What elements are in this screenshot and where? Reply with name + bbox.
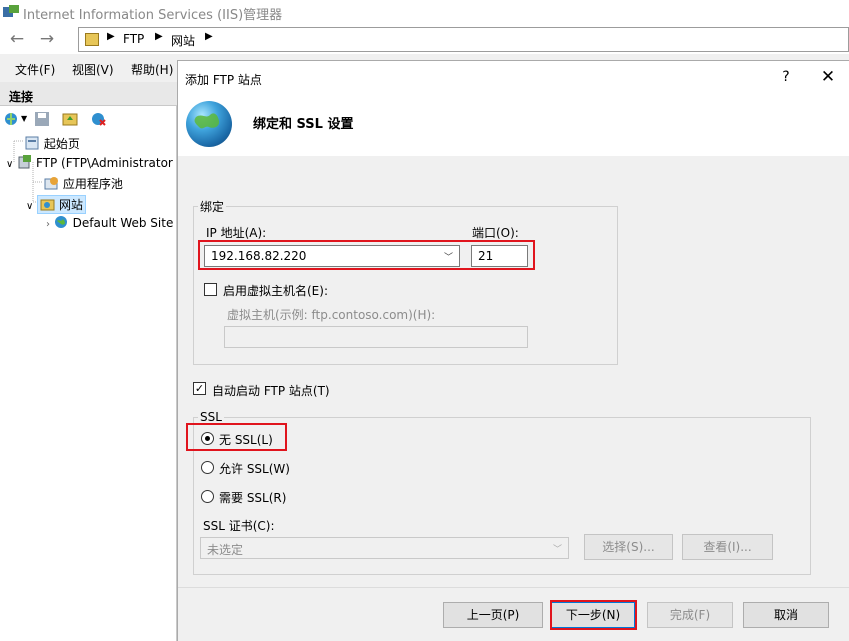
tree-item-start-page[interactable]: 起始页 (25, 135, 80, 152)
up-folder-icon[interactable] (62, 111, 78, 127)
breadcrumb-ftp[interactable]: FTP (123, 32, 144, 46)
cancel-button[interactable]: 取消 (743, 602, 829, 628)
add-ftp-site-dialog: 添加 FTP 站点 ? ✕ 绑定和 SSL 设置 绑定 IP 地址(A): 19… (177, 60, 849, 641)
tree-label: FTP (FTP\Administrator (35, 156, 173, 170)
ssl-legend: SSL (200, 410, 222, 424)
allow-ssl-label: 允许 SSL(W) (219, 462, 290, 476)
vhost-input[interactable] (224, 326, 528, 348)
start-page-icon (25, 136, 39, 150)
menu-file[interactable]: 文件(F) (15, 61, 55, 78)
finish-button[interactable]: 完成(F) (647, 602, 733, 628)
dropdown-arrow-icon[interactable]: ▼ (21, 114, 27, 123)
chevron-down-icon[interactable]: ﹀ (553, 542, 562, 555)
selected-tree-node: 网站 (37, 195, 86, 214)
vhost-label: 虚拟主机(示例: ftp.contoso.com)(H): (227, 308, 436, 322)
collapse-chevron-icon[interactable]: ∨ (6, 159, 13, 170)
footer-divider (178, 587, 849, 588)
tree-label: 应用程序池 (62, 177, 123, 191)
radio-no-ssl[interactable] (201, 432, 214, 445)
no-ssl-label: 无 SSL(L) (219, 433, 273, 447)
prev-button[interactable]: 上一页(P) (443, 602, 543, 628)
globe-icon (54, 216, 67, 228)
back-button[interactable]: ← (6, 29, 28, 49)
radio-require-ssl[interactable] (201, 490, 214, 503)
app-pool-icon (44, 177, 58, 190)
save-icon[interactable] (34, 111, 50, 127)
menu-view[interactable]: 视图(V) (72, 61, 114, 78)
iis-app-icon (3, 5, 19, 17)
server-icon (18, 155, 32, 169)
help-button[interactable]: ? (776, 69, 796, 85)
view-cert-button[interactable]: 查看(I)... (682, 534, 773, 560)
close-button[interactable]: ✕ (818, 67, 838, 87)
breadcrumb-arrow-icon[interactable]: ▶ (155, 31, 163, 42)
sites-folder-icon (40, 199, 55, 211)
next-button[interactable]: 下一步(N) (551, 602, 635, 628)
dialog-header: 添加 FTP 站点 ? ✕ 绑定和 SSL 设置 (178, 61, 849, 156)
connect-globe-icon[interactable] (4, 111, 20, 127)
tree-label: Default Web Site (72, 216, 174, 230)
tree-label: 起始页 (43, 137, 80, 151)
menu-bar: 文件(F) 视图(V) 帮助(H) (0, 58, 180, 80)
globe-icon (186, 101, 232, 147)
connections-toolbar: ▼ (0, 107, 177, 133)
port-label: 端口(O): (472, 226, 519, 240)
disconnect-icon[interactable] (91, 111, 107, 127)
binding-legend: 绑定 (200, 200, 225, 214)
require-ssl-label: 需要 SSL(R) (219, 491, 287, 505)
folder-icon (85, 33, 99, 46)
tree-label: 网站 (58, 198, 83, 212)
select-cert-button[interactable]: 选择(S)... (584, 534, 673, 560)
expand-chevron-icon[interactable]: › (46, 219, 50, 230)
breadcrumb-arrow-icon[interactable]: ▶ (205, 31, 213, 42)
dialog-heading: 绑定和 SSL 设置 (253, 117, 354, 132)
window-title-bar: Internet Information Services (IIS)管理器 (0, 0, 849, 24)
address-bar[interactable]: ▶ FTP ▶ 网站 ▶ (78, 27, 849, 52)
vhost-checkbox[interactable] (204, 283, 217, 296)
ssl-cert-label: SSL 证书(C): (203, 519, 275, 533)
connections-header: 连接 (0, 82, 177, 106)
tree-item-app-pools[interactable]: 应用程序池 (44, 175, 123, 192)
ip-address-value: 192.168.82.220 (211, 249, 307, 263)
tree-item-default-web-site[interactable]: › Default Web Site (46, 215, 173, 230)
breadcrumb-arrow-icon[interactable]: ▶ (107, 31, 115, 42)
ssl-cert-value: 未选定 (207, 543, 244, 557)
chevron-down-icon[interactable]: ﹀ (444, 250, 453, 263)
vhost-check-label: 启用虚拟主机名(E): (223, 284, 328, 298)
ssl-cert-combo[interactable]: 未选定 ﹀ (200, 537, 569, 559)
forward-button[interactable]: → (36, 29, 58, 49)
autostart-checkbox[interactable]: ✓ (193, 382, 206, 395)
connections-pane: 连接 ▼ 起始页 ∨ FTP (FTP\Administrator 应用程序池 … (0, 82, 177, 641)
collapse-chevron-icon[interactable]: ∨ (26, 201, 33, 212)
dialog-title: 添加 FTP 站点 (185, 73, 262, 87)
radio-allow-ssl[interactable] (201, 461, 214, 474)
ip-address-combo[interactable]: 192.168.82.220 ﹀ (204, 245, 460, 267)
port-value: 21 (478, 249, 494, 263)
tree-item-sites[interactable]: ∨ 网站 (26, 195, 86, 214)
port-input[interactable]: 21 (471, 245, 528, 267)
menu-help[interactable]: 帮助(H) (131, 61, 173, 78)
breadcrumb-sites[interactable]: 网站 (171, 32, 195, 49)
ip-address-label: IP 地址(A): (206, 226, 267, 240)
tree-item-server[interactable]: ∨ FTP (FTP\Administrator (6, 155, 173, 170)
address-row: ← → ▶ FTP ▶ 网站 ▶ (0, 24, 849, 54)
window-title: Internet Information Services (IIS)管理器 (23, 8, 283, 23)
autostart-label: 自动启动 FTP 站点(T) (212, 384, 330, 398)
